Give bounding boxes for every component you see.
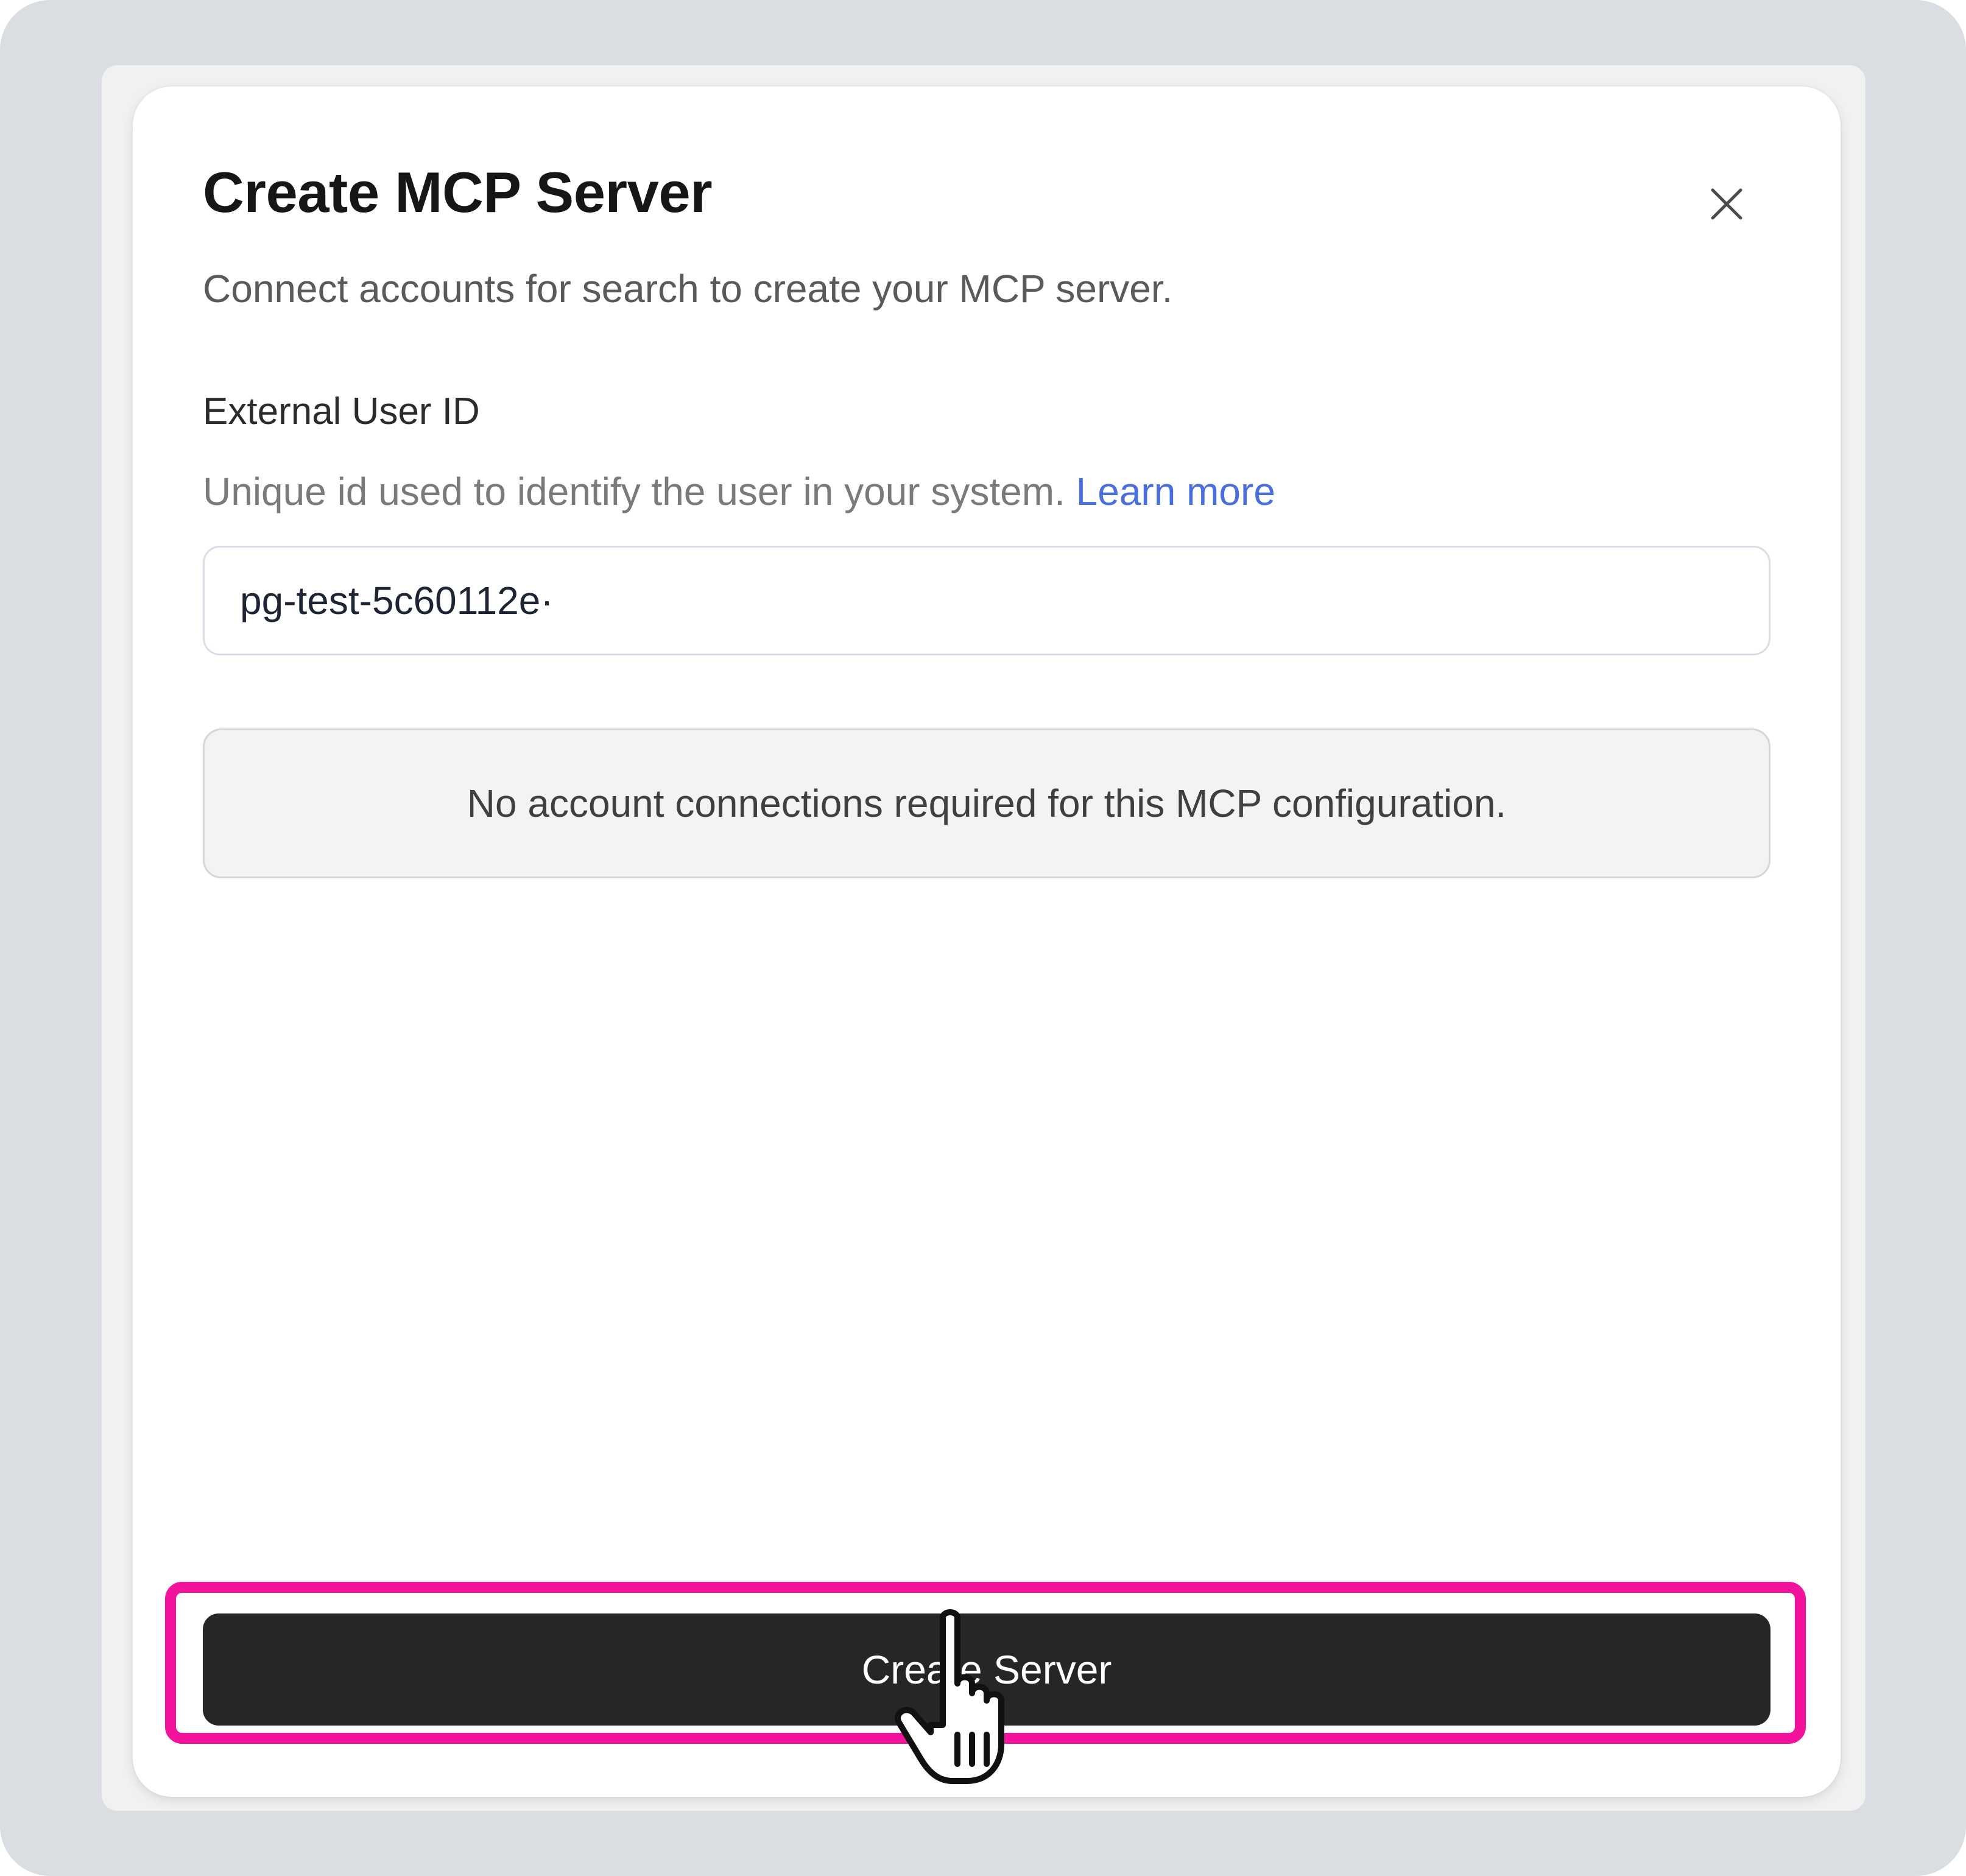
dialog-title: Create MCP Server [203, 160, 713, 224]
no-connections-message: No account connections required for this… [467, 781, 1507, 825]
no-connections-notice: No account connections required for this… [203, 728, 1770, 878]
create-server-button[interactable]: Create Server [203, 1613, 1770, 1726]
external-user-id-label: External User ID [203, 390, 480, 432]
screenshot-frame: Create MCP Server Connect accounts for s… [0, 0, 1966, 1876]
learn-more-link[interactable]: Learn more [1076, 470, 1275, 513]
close-icon [1711, 188, 1742, 220]
create-mcp-server-dialog: Create MCP Server Connect accounts for s… [133, 86, 1841, 1797]
help-text: Unique id used to identify the user in y… [203, 470, 1065, 513]
dialog-description: Connect accounts for search to create yo… [203, 267, 1173, 311]
external-user-id-input[interactable] [203, 546, 1770, 655]
close-button[interactable] [1699, 177, 1754, 231]
external-user-id-help: Unique id used to identify the user in y… [203, 469, 1275, 514]
